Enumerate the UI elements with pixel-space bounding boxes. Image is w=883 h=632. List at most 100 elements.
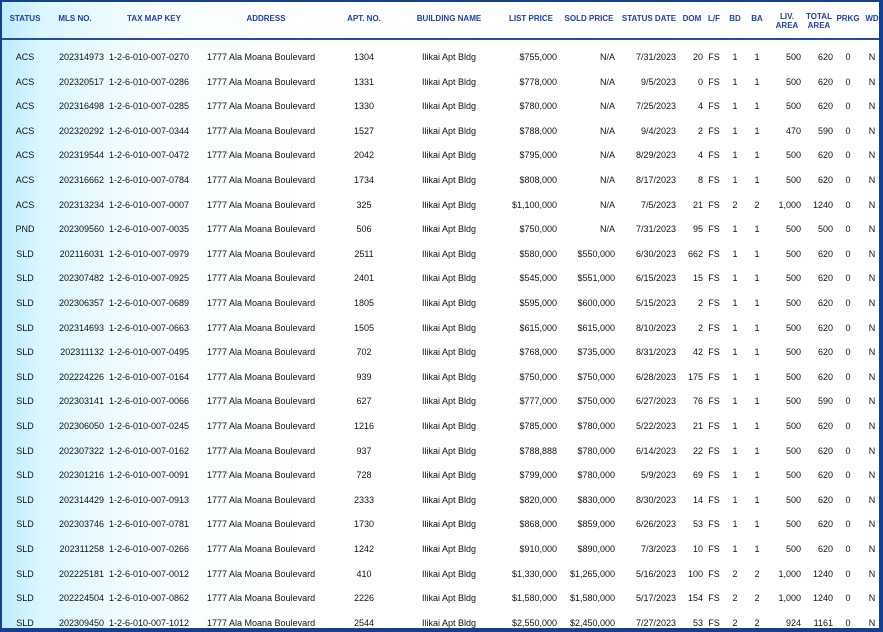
cell-liv: 500	[785, 248, 801, 259]
column-header-date[interactable]: STATUS DATE	[618, 14, 680, 23]
cell-ba: 1	[754, 544, 760, 554]
table-row[interactable]: ACS 202316662 1-2-6-010-007-0784 1777 Ala M…	[2, 168, 879, 193]
table-row[interactable]: SLD 202303746 1-2-6-010-007-0781 1777 Ala M…	[2, 512, 879, 537]
cell-status: SLD	[16, 298, 34, 308]
column-header-apt[interactable]: APT. NO.	[342, 14, 386, 23]
cell-building: Ilikai Apt Bldg	[421, 52, 477, 62]
cell-date: 7/5/2023	[640, 199, 676, 210]
table-row[interactable]: SLD 202307322 1-2-6-010-007-0162 1777 Ala M…	[2, 439, 879, 464]
cell-apt: 325	[356, 199, 372, 210]
table-row[interactable]: PND 202309560 1-2-6-010-007-0035 1777 Ala M…	[2, 217, 879, 242]
table-row[interactable]: ACS 202319544 1-2-6-010-007-0472 1777 Ala M…	[2, 143, 879, 168]
cell-ba: 1	[754, 470, 760, 481]
column-header-building[interactable]: BUILDING NAME	[407, 14, 491, 23]
cell-dom: 154	[687, 593, 703, 604]
table-row[interactable]: SLD 202314429 1-2-6-010-007-0913 1777 Ala M…	[2, 488, 879, 513]
cell-prkg: 0	[845, 101, 851, 112]
column-header-list[interactable]: LIST PRICE	[502, 14, 560, 23]
cell-bd: 1	[732, 248, 738, 259]
column-header-wd[interactable]: WD	[861, 14, 879, 23]
table-row[interactable]: SLD 202306357 1-2-6-010-007-0689 1777 Ala M…	[2, 291, 879, 316]
cell-list: $545,000	[519, 273, 557, 284]
table-row[interactable]: SLD 202306050 1-2-6-010-007-0245 1777 Ala M…	[2, 414, 879, 439]
cell-wd: N	[868, 445, 876, 456]
table-row[interactable]: SLD 202311258 1-2-6-010-007-0266 1777 Ala M…	[2, 537, 879, 562]
cell-lf: FS	[708, 101, 720, 112]
cell-liv: 500	[785, 101, 801, 112]
table-row[interactable]: ACS 202320517 1-2-6-010-007-0286 1777 Ala M…	[2, 70, 879, 95]
cell-mls: 202314429	[58, 494, 104, 505]
table-row[interactable]: ACS 202313234 1-2-6-010-007-0007 1777 Ala M…	[2, 193, 879, 218]
column-header-status[interactable]: STATUS	[6, 14, 44, 23]
cell-prkg: 0	[845, 224, 851, 235]
cell-liv: 1,000	[778, 593, 801, 604]
column-header-sold[interactable]: SOLD PRICE	[560, 14, 618, 23]
column-header-dom[interactable]: DOM	[680, 14, 704, 23]
table-row[interactable]: SLD 202307482 1-2-6-010-007-0925 1777 Ala M…	[2, 266, 879, 291]
table-row[interactable]: SLD 202309450 1-2-6-010-007-1012 1777 Ala M…	[2, 611, 879, 628]
table-row[interactable]: ACS 202320292 1-2-6-010-007-0344 1777 Ala M…	[2, 119, 879, 144]
column-header-ba[interactable]: BA	[748, 14, 766, 23]
cell-lf: FS	[708, 371, 720, 382]
cell-building: Ilikai Apt Bldg	[421, 421, 477, 431]
cell-prkg: 0	[845, 445, 851, 456]
cell-tmk: 1-2-6-010-007-0979	[109, 248, 190, 259]
cell-mls: 202311132	[60, 347, 104, 358]
cell-total: 620	[817, 273, 833, 284]
cell-wd: N	[868, 224, 876, 235]
cell-wd: N	[868, 273, 876, 284]
table-row[interactable]: SLD 202224226 1-2-6-010-007-0164 1777 Ala M…	[2, 365, 879, 390]
column-header-tmk[interactable]: TAX MAP KEY	[112, 14, 196, 23]
cell-apt: 410	[356, 568, 372, 579]
cell-list: $1,580,000	[511, 593, 557, 604]
cell-bd: 1	[732, 470, 738, 481]
table-row[interactable]: SLD 202311132 1-2-6-010-007-0495 1777 Ala M…	[2, 340, 879, 365]
table-row[interactable]: SLD 202314693 1-2-6-010-007-0663 1777 Ala M…	[2, 316, 879, 341]
cell-address: 1777 Ala Moana Boulevard	[207, 470, 316, 481]
cell-address: 1777 Ala Moana Boulevard	[207, 494, 316, 505]
cell-lf: FS	[708, 322, 720, 333]
cell-ba: 1	[754, 322, 760, 333]
cell-sold: N/A	[599, 125, 615, 136]
table-row[interactable]: SLD 202225181 1-2-6-010-007-0012 1777 Ala M…	[2, 562, 879, 587]
cell-liv: 500	[785, 175, 801, 185]
cell-mls: 202225181	[58, 568, 104, 579]
column-header-prkg[interactable]: PRKG	[835, 14, 861, 23]
cell-total: 620	[817, 76, 833, 87]
column-header-lf[interactable]: L/F	[705, 14, 723, 23]
cell-mls: 202314973	[58, 52, 104, 62]
cell-date: 8/10/2023	[635, 322, 676, 333]
cell-bd: 1	[732, 371, 738, 382]
cell-list: $780,000	[519, 101, 557, 112]
column-header-liv[interactable]: LIV. AREA	[772, 12, 802, 30]
cell-dom: 4	[697, 101, 703, 112]
cell-lf: FS	[708, 470, 720, 481]
table-row[interactable]: ACS 202316498 1-2-6-010-007-0285 1777 Ala M…	[2, 94, 879, 119]
cell-address: 1777 Ala Moana Boulevard	[207, 593, 316, 604]
cell-list: $755,000	[519, 52, 557, 62]
cell-address: 1777 Ala Moana Boulevard	[207, 519, 316, 530]
table-row[interactable]: SLD 202303141 1-2-6-010-007-0066 1777 Ala M…	[2, 389, 879, 414]
column-header-bd[interactable]: BD	[726, 14, 744, 23]
table-row[interactable]: SLD 202224504 1-2-6-010-007-0862 1777 Ala M…	[2, 586, 879, 611]
column-header-total[interactable]: TOTAL AREA	[804, 12, 834, 30]
cell-date: 5/15/2023	[635, 298, 676, 308]
cell-liv: 924	[785, 617, 801, 628]
table-row[interactable]: ACS 202314973 1-2-6-010-007-0270 1777 Ala M…	[2, 45, 879, 70]
cell-sold: $2,450,000	[569, 617, 615, 628]
cell-sold: $750,000	[577, 396, 615, 407]
cell-ba: 2	[754, 593, 760, 604]
cell-sold: $1,265,000	[569, 568, 615, 579]
column-header-address[interactable]: ADDRESS	[202, 14, 330, 23]
column-header-mls[interactable]: MLS NO.	[52, 14, 98, 23]
cell-address: 1777 Ala Moana Boulevard	[207, 52, 316, 62]
cell-sold: $600,000	[577, 298, 615, 308]
cell-status: SLD	[16, 568, 34, 579]
table-row[interactable]: SLD 202301216 1-2-6-010-007-0091 1777 Ala M…	[2, 463, 879, 488]
cell-ba: 1	[754, 125, 760, 136]
cell-total: 620	[817, 298, 833, 308]
cell-address: 1777 Ala Moana Boulevard	[207, 101, 316, 112]
table-row[interactable]: SLD 202116031 1-2-6-010-007-0979 1777 Ala M…	[2, 242, 879, 267]
cell-bd: 1	[732, 298, 738, 308]
cell-wd: N	[868, 125, 876, 136]
